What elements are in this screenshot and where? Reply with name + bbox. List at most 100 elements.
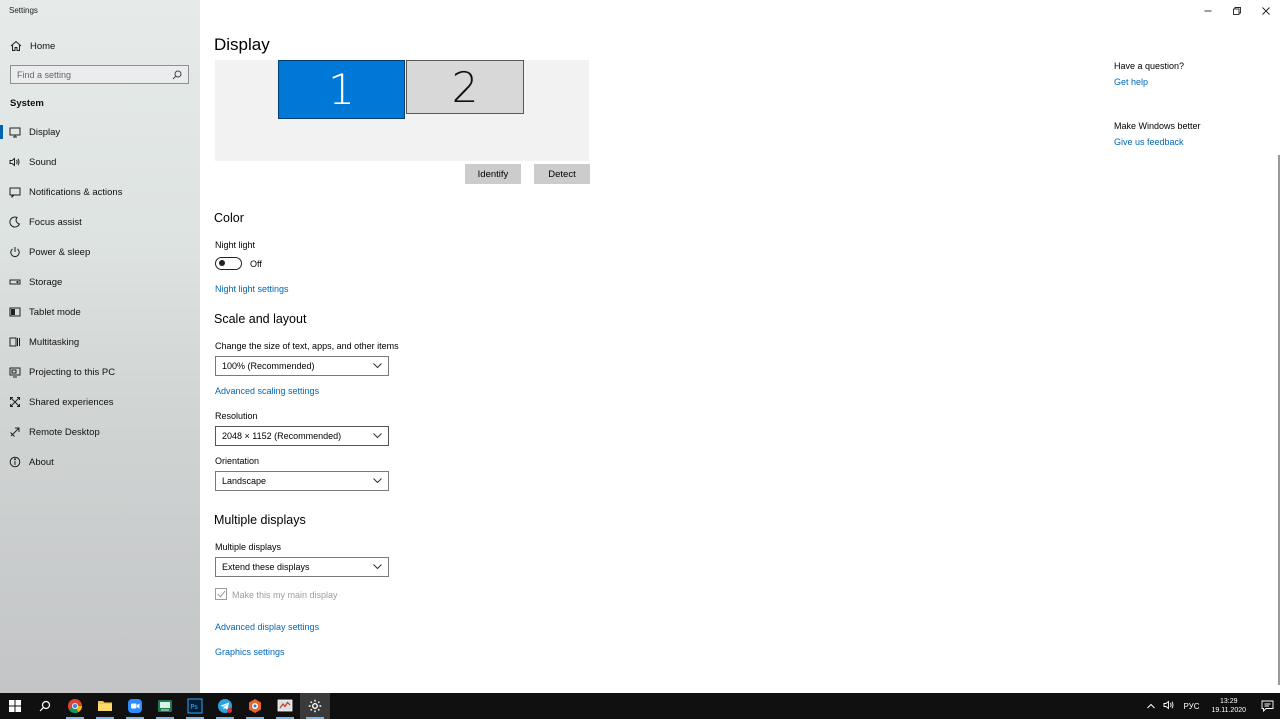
window-controls: [1193, 0, 1280, 22]
app-icon: [249, 699, 261, 713]
taskbar-task-manager[interactable]: [270, 693, 300, 719]
projecting-icon: [9, 366, 21, 378]
sidebar-item-label: Notifications & actions: [29, 186, 123, 198]
sidebar-item-multitasking[interactable]: Multitasking: [0, 327, 200, 357]
svg-text:Ps: Ps: [190, 703, 198, 711]
help-panel: Have a question? Get help: [1114, 61, 1184, 87]
system-tray: РУС 13:29 19.11.2020: [1143, 693, 1280, 719]
page-title: Display: [214, 35, 270, 54]
nav-home[interactable]: Home: [9, 38, 55, 54]
chevron-down-icon: [372, 476, 382, 486]
night-light-settings-link[interactable]: Night light settings: [215, 284, 289, 294]
sidebar-item-display[interactable]: Display: [0, 117, 200, 147]
night-light-toggle[interactable]: [215, 257, 242, 270]
start-icon: [9, 700, 21, 712]
taskbar-app[interactable]: [240, 693, 270, 719]
make-windows-better-label: Make Windows better: [1114, 121, 1201, 131]
nav-home-label: Home: [30, 40, 56, 52]
taskbar-settings[interactable]: [300, 693, 330, 719]
sidebar-item-storage[interactable]: Storage: [0, 267, 200, 297]
feedback-link[interactable]: Give us feedback: [1114, 137, 1201, 147]
chevron-down-icon: [372, 361, 382, 371]
volume-icon[interactable]: [1159, 700, 1179, 712]
scale-dropdown[interactable]: 100% (Recommended): [215, 356, 389, 376]
multiple-displays-dropdown[interactable]: Extend these displays: [215, 557, 389, 577]
sidebar-item-shared[interactable]: Shared experiences: [0, 387, 200, 417]
search-box[interactable]: [10, 65, 189, 84]
monitor-1[interactable]: 1: [278, 60, 405, 119]
main-display-label: Make this my main display: [232, 590, 338, 600]
notification-icon: [1261, 700, 1273, 712]
advanced-scaling-link[interactable]: Advanced scaling settings: [215, 386, 319, 396]
chevron-down-icon: [372, 431, 382, 441]
file-explorer-icon: [98, 701, 112, 711]
multiple-displays-heading: Multiple displays: [214, 513, 306, 527]
search-input[interactable]: [17, 69, 172, 80]
orientation-value: Landscape: [222, 476, 267, 486]
checkmark-icon: [216, 590, 226, 598]
main-display-checkbox[interactable]: [215, 588, 227, 600]
toggle-knob: [219, 260, 225, 266]
taskbar-file-explorer[interactable]: [90, 693, 120, 719]
multiple-displays-label: Multiple displays: [215, 542, 282, 552]
taskbar-zoom[interactable]: [120, 693, 150, 719]
taskbar: Ps РУС 13:29 19.11.2020: [0, 693, 1280, 719]
orientation-dropdown[interactable]: Landscape: [215, 471, 389, 491]
taskbar-chrome[interactable]: [60, 693, 90, 719]
resolution-dropdown[interactable]: 2048 × 1152 (Recommended): [215, 426, 389, 446]
zoom-icon: [128, 699, 142, 713]
multitasking-icon: [9, 336, 21, 348]
orientation-label: Orientation: [215, 456, 260, 466]
scale-heading: Scale and layout: [214, 312, 307, 326]
tray-overflow-icon[interactable]: [1143, 702, 1159, 711]
feedback-panel: Make Windows better Give us feedback: [1114, 121, 1201, 147]
taskbar-telegram[interactable]: [210, 693, 240, 719]
night-light-state: Off: [250, 259, 262, 269]
identify-button[interactable]: Identify: [465, 164, 521, 184]
sidebar-item-label: About: [29, 456, 54, 468]
monitor-2[interactable]: 2: [406, 60, 524, 114]
night-light-label: Night light: [215, 240, 256, 250]
minimize-button[interactable]: [1193, 0, 1222, 22]
resolution-value: 2048 × 1152 (Recommended): [222, 431, 342, 441]
search-icon[interactable]: [172, 70, 182, 80]
sidebar-item-about[interactable]: About: [0, 447, 200, 477]
sidebar-item-label: Power & sleep: [29, 246, 91, 258]
clock-date: 19.11.2020: [1211, 707, 1246, 714]
sidebar-item-tablet[interactable]: Tablet mode: [0, 297, 200, 327]
start-button[interactable]: [0, 693, 30, 719]
restore-button[interactable]: [1222, 0, 1251, 22]
taskbar-photoshop[interactable]: Ps: [180, 693, 210, 719]
graphics-settings-link[interactable]: Graphics settings: [215, 647, 285, 657]
resolution-label: Resolution: [215, 411, 258, 421]
sidebar-item-sound[interactable]: Sound: [0, 147, 200, 177]
language-indicator[interactable]: РУС: [1179, 702, 1203, 711]
nav-list: Display Sound Notifications & actions Fo…: [0, 117, 200, 477]
sidebar-item-remote-desktop[interactable]: Remote Desktop: [0, 417, 200, 447]
photoshop-icon: Ps: [187, 698, 203, 714]
sidebar-item-notifications[interactable]: Notifications & actions: [0, 177, 200, 207]
close-button[interactable]: [1251, 0, 1280, 22]
detect-button[interactable]: Detect: [534, 164, 590, 184]
sidebar-item-label: Sound: [29, 156, 57, 168]
multiple-displays-value: Extend these displays: [222, 562, 310, 572]
taskbar-terminal[interactable]: [150, 693, 180, 719]
get-help-link[interactable]: Get help: [1114, 77, 1184, 87]
display-icon: [9, 126, 21, 138]
action-center-button[interactable]: [1254, 693, 1280, 719]
taskbar-search-button[interactable]: [30, 693, 60, 719]
monitor-arrangement: 1 2: [215, 60, 589, 161]
sidebar-item-power[interactable]: Power & sleep: [0, 237, 200, 267]
sidebar-item-label: Tablet mode: [29, 306, 81, 318]
sidebar-item-label: Projecting to this PC: [29, 366, 116, 378]
power-icon: [9, 246, 21, 258]
notifications-icon: [9, 186, 21, 198]
sidebar-item-focus-assist[interactable]: Focus assist: [0, 207, 200, 237]
shared-icon: [9, 396, 21, 408]
search-icon: [39, 700, 51, 712]
sidebar-item-label: Display: [29, 126, 61, 138]
sidebar-item-projecting[interactable]: Projecting to this PC: [0, 357, 200, 387]
advanced-display-link[interactable]: Advanced display settings: [215, 622, 319, 632]
sidebar-item-label: Focus assist: [29, 216, 82, 228]
clock[interactable]: 13:29 19.11.2020: [1203, 697, 1254, 715]
